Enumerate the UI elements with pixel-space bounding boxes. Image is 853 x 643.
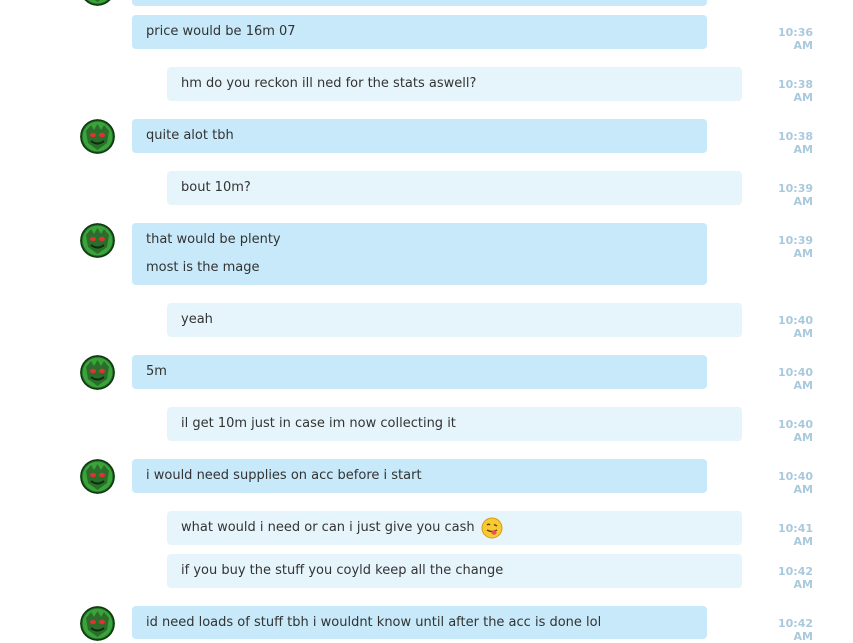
message-text: most is the mage [146,260,260,275]
message-text: hm do you reckon ill ned for the stats a… [181,76,477,91]
message-text: price would be 16m 07 [146,24,296,39]
message-timestamp: 10:39 AM [777,234,813,260]
message-timestamp: 10:41 AM [777,522,813,548]
green-monster-avatar-icon [80,119,115,154]
previous-message-bubble [132,0,707,6]
message-text: id need loads of stuff tbh i wouldnt kno… [146,615,602,630]
message-text: bout 10m? [181,180,251,195]
message-text: yeah [181,312,213,327]
message-bubble[interactable]: quite alot tbh [132,119,707,153]
message-timestamp: 10:39 AM [777,182,813,208]
avatar[interactable] [80,119,115,154]
message-text: quite alot tbh [146,128,234,143]
message-bubble[interactable]: what would i need or can i just give you… [167,511,742,545]
tongue-out-smiley-icon [481,517,503,538]
message-bubble[interactable]: id need loads of stuff tbh i wouldnt kno… [132,606,707,639]
message-timestamp: 10:40 AM [777,314,813,340]
avatar[interactable] [80,459,115,494]
message-timestamp: 10:38 AM [777,78,813,104]
message-timestamp: 10:42 AM [777,617,813,643]
avatar[interactable] [80,0,115,6]
message-text: 5m [146,364,167,379]
message-bubble[interactable]: bout 10m? [167,171,742,205]
message-bubble[interactable]: yeah [167,303,742,337]
avatar[interactable] [80,355,115,390]
avatar[interactable] [80,606,115,641]
message-timestamp: 10:40 AM [777,366,813,392]
message-text: il get 10m just in case im now collectin… [181,416,456,431]
message-text: i would need supplies on acc before i st… [146,468,422,483]
message-timestamp: 10:40 AM [777,470,813,496]
message-bubble[interactable]: i would need supplies on acc before i st… [132,459,707,493]
message-bubble[interactable]: 5m [132,355,707,389]
message-timestamp: 10:40 AM [777,418,813,444]
avatar[interactable] [80,223,115,258]
green-monster-avatar-icon [80,606,115,641]
message-timestamp: 10:38 AM [777,130,813,156]
message-text: that would be plenty [146,232,281,247]
message-timestamp: 10:42 AM [777,565,813,591]
green-monster-avatar-icon [80,355,115,390]
message-bubble[interactable]: that would be plenty most is the mage [132,223,707,285]
message-text: if you buy the stuff you coyld keep all … [181,563,504,578]
green-monster-avatar-icon [80,223,115,258]
green-monster-avatar-icon [80,459,115,494]
message-text: what would i need or can i just give you… [181,520,475,535]
message-bubble[interactable]: price would be 16m 07 [132,15,707,49]
message-bubble[interactable]: il get 10m just in case im now collectin… [167,407,742,441]
message-timestamp: 10:36 AM [777,26,813,52]
green-monster-avatar-icon [80,0,115,6]
message-bubble[interactable]: hm do you reckon ill ned for the stats a… [167,67,742,101]
message-line: what would i need or can i just give you… [181,514,728,542]
message-bubble[interactable]: if you buy the stuff you coyld keep all … [167,554,742,588]
